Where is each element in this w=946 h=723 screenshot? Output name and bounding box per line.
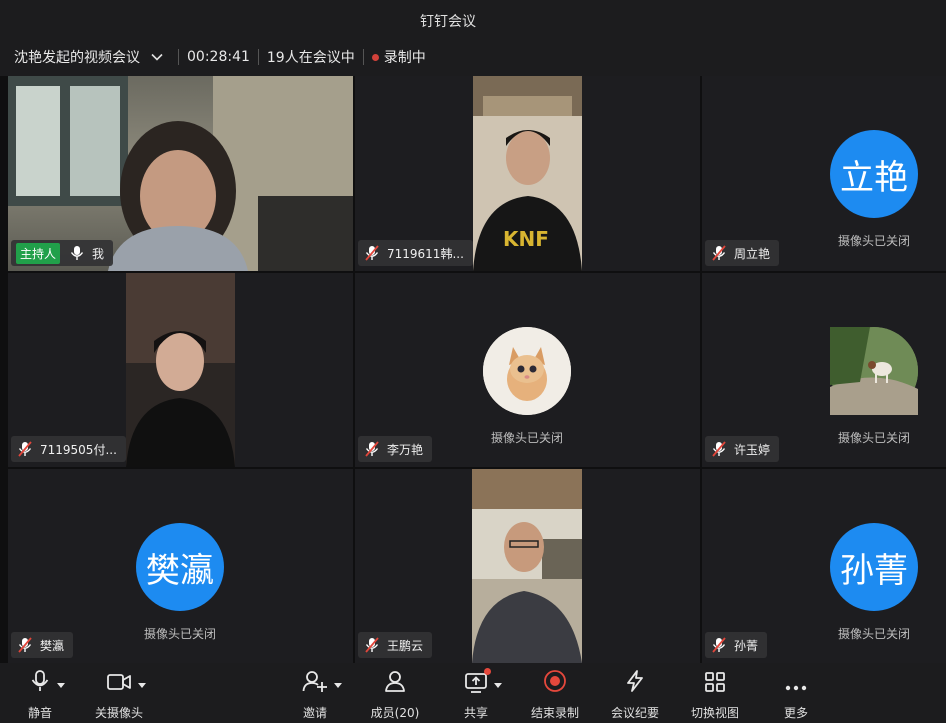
meeting-name[interactable]: 沈艳发起的视频会议 [14, 47, 140, 67]
participant-name: 7119505付... [40, 442, 117, 457]
notification-dot [484, 668, 491, 675]
microphone-muted-icon [363, 244, 381, 262]
participant-name: 周立艳 [734, 246, 771, 261]
microphone-muted-icon [363, 440, 381, 458]
participant-name: 孙菁 [734, 638, 759, 653]
video-camera-icon [106, 671, 132, 697]
microphone-muted-icon [710, 244, 728, 262]
divider [257, 49, 259, 65]
camera-off-text: 摄像头已关闭 [838, 431, 911, 445]
microphone-muted-icon [710, 440, 728, 458]
participant-tile[interactable]: 孙菁 摄像头已关闭 孙菁 [702, 469, 946, 663]
lightning-icon [623, 669, 647, 697]
host-tag: 主持人 [16, 242, 61, 264]
chevron-down-icon[interactable] [150, 50, 164, 64]
meeting-toolbar: 静音 关摄像头 邀请 成员(20) 共享 结束录制 会议纪要 切换视图 更多 [0, 663, 946, 723]
video-feed [472, 469, 582, 663]
switch-view-label: 切换视图 [690, 706, 739, 720]
microphone-icon [68, 244, 86, 262]
participant-name: 我 [92, 246, 105, 261]
participant-name: 李万艳 [387, 442, 424, 457]
meeting-minutes-label: 会议纪要 [610, 706, 659, 720]
participant-name: 7119611韩... [387, 246, 464, 261]
participant-name: 许玉婷 [734, 442, 771, 457]
divider [178, 49, 179, 65]
video-feed [126, 273, 235, 467]
camera-off-label: 关摄像头 [94, 706, 143, 720]
grid-view-icon [704, 671, 726, 697]
microphone-icon [29, 669, 51, 697]
caret-down-icon[interactable] [334, 683, 342, 689]
recording-dot-icon [371, 53, 379, 61]
add-user-icon [302, 669, 328, 697]
participant-name-badge: 孙菁 [705, 632, 768, 658]
participant-name-badge: 7119505付... [11, 436, 126, 462]
more-button[interactable]: 更多 [780, 663, 812, 723]
avatar: 立艳 [830, 130, 918, 218]
invite-button[interactable]: 邀请 [298, 663, 342, 723]
recording-status: 录制中 [383, 50, 426, 66]
participant-name-badge: 李万艳 [358, 436, 433, 462]
participant-tile[interactable]: 樊瀛 摄像头已关闭 樊瀛 [8, 469, 353, 663]
participant-name-badge: 许玉婷 [705, 436, 780, 462]
svg-text:KNF: KNF [503, 227, 549, 251]
camera-off-text: 摄像头已关闭 [144, 627, 217, 641]
end-recording-label: 结束录制 [530, 706, 579, 720]
mute-button[interactable]: 静音 [20, 663, 65, 723]
microphone-muted-icon [16, 440, 34, 458]
meeting-duration: 00:28:41 [187, 49, 250, 65]
users-icon [382, 669, 408, 697]
meeting-info-bar: 沈艳发起的视频会议 00:28:41 19人在会议中 录制中 [0, 38, 946, 76]
participant-tile[interactable]: 7119505付... [8, 273, 353, 467]
microphone-muted-icon [363, 636, 381, 654]
meeting-minutes-button[interactable]: 会议纪要 [610, 663, 660, 723]
participant-tile[interactable]: KNF 7119611韩... [355, 76, 700, 271]
participant-name-badge: 王鹏云 [358, 632, 433, 658]
participant-name-badge: 7119611韩... [358, 240, 473, 266]
more-label: 更多 [783, 706, 808, 720]
members-label: 成员(20) [370, 706, 420, 720]
participants-status[interactable]: 19人在会议中 [267, 47, 355, 67]
participant-name-badge: 樊瀛 [11, 632, 74, 658]
microphone-muted-icon [710, 636, 728, 654]
participant-name-badge: 周立艳 [705, 240, 780, 266]
caret-down-icon[interactable] [494, 683, 502, 689]
avatar [483, 327, 571, 415]
more-dots-icon [784, 678, 808, 697]
camera-off-button[interactable]: 关摄像头 [92, 663, 146, 723]
participant-tile[interactable]: 王鹏云 [355, 469, 700, 663]
camera-off-text: 摄像头已关闭 [838, 627, 911, 641]
members-button[interactable]: 成员(20) [366, 663, 424, 723]
stop-recording-icon [543, 669, 567, 697]
camera-off-text: 摄像头已关闭 [491, 431, 564, 445]
participant-tile[interactable]: 主持人 我 [8, 76, 353, 271]
invite-label: 邀请 [302, 706, 327, 720]
microphone-muted-icon [16, 636, 34, 654]
participant-name-badge: 主持人 我 [11, 240, 114, 266]
mute-label: 静音 [27, 706, 52, 720]
end-recording-button[interactable]: 结束录制 [530, 663, 580, 723]
participant-tile[interactable]: 摄像头已关闭 李万艳 [355, 273, 700, 467]
video-feed: KNF [473, 76, 582, 271]
avatar [830, 327, 918, 415]
share-button[interactable]: 共享 [462, 663, 502, 723]
participant-tile[interactable]: 摄像头已关闭 许玉婷 [702, 273, 946, 467]
video-grid: 主持人 我 KNF 7119611韩... 立艳 摄像头已关闭 周立艳 7119… [0, 76, 946, 663]
participant-tile[interactable]: 立艳 摄像头已关闭 周立艳 [702, 76, 946, 271]
caret-down-icon[interactable] [57, 683, 65, 689]
avatar: 樊瀛 [136, 523, 224, 611]
window-titlebar: 钉钉会议 [0, 0, 946, 38]
screen-share-icon [464, 668, 491, 697]
camera-off-text: 摄像头已关闭 [838, 234, 911, 248]
share-label: 共享 [463, 706, 488, 720]
switch-view-button[interactable]: 切换视图 [690, 663, 740, 723]
participant-name: 王鹏云 [387, 638, 424, 653]
window-title: 钉钉会议 [420, 14, 476, 30]
caret-down-icon[interactable] [138, 683, 146, 689]
divider [362, 49, 364, 65]
avatar: 孙菁 [830, 523, 918, 611]
participant-name: 樊瀛 [40, 638, 65, 653]
